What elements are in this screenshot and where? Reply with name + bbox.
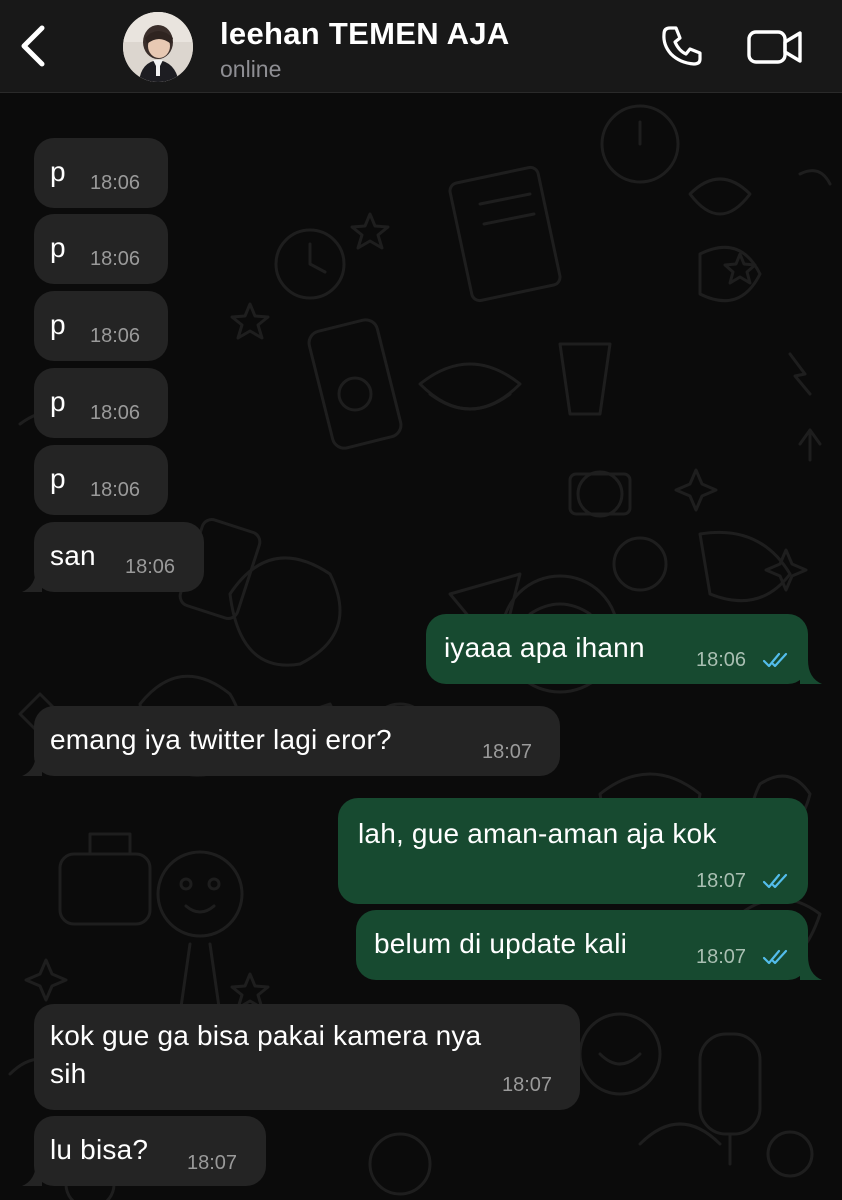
message-text: p: [50, 232, 66, 263]
message-incoming[interactable]: lu bisa? 18:07: [34, 1116, 266, 1186]
message-incoming[interactable]: kok gue ga bisa pakai kamera nya sih 18:…: [34, 1004, 580, 1110]
read-ticks-icon: [762, 652, 788, 668]
message-incoming[interactable]: p 18:06: [34, 214, 168, 284]
message-text: san: [50, 540, 96, 571]
contact-status: online: [220, 56, 282, 82]
message-time: 18:07: [502, 1074, 553, 1096]
read-ticks-icon: [762, 873, 788, 889]
message-text: p: [50, 156, 66, 187]
chat-header: leehan TEMEN AJA online: [0, 0, 842, 93]
message-text: iyaaa apa ihann: [444, 632, 645, 663]
back-button[interactable]: [14, 22, 54, 70]
voice-call-button[interactable]: [660, 24, 704, 68]
message-time: 18:06: [90, 325, 141, 347]
message-incoming[interactable]: san 18:06: [34, 522, 204, 592]
message-time: 18:07: [187, 1152, 238, 1174]
video-call-icon: [747, 30, 802, 64]
message-text-line-1: kok gue ga bisa pakai kamera nya: [50, 1020, 482, 1051]
message-outgoing[interactable]: belum di update kali 18:07: [356, 910, 808, 980]
bubble-tail: [22, 752, 42, 776]
message-text: lu bisa?: [50, 1134, 149, 1165]
message-time: 18:06: [90, 248, 141, 270]
message-time: 18:06: [125, 556, 176, 578]
message-text: lah, gue aman-aman aja kok: [358, 818, 717, 849]
message-time: 18:07: [696, 946, 747, 968]
call-icon: [662, 26, 702, 66]
bubble-tail: [22, 568, 42, 592]
chat-area[interactable]: p 18:06 p 18:06 p 18:06 p 18:06 p 18:06 …: [0, 94, 842, 1200]
message-text: p: [50, 386, 66, 417]
message-time: 18:06: [90, 479, 141, 501]
message-text-line-2: sih: [50, 1058, 87, 1089]
bubble-tail: [800, 956, 822, 980]
message-incoming[interactable]: p 18:06: [34, 368, 168, 438]
message-time: 18:06: [90, 172, 141, 194]
bubble-tail: [22, 1162, 42, 1186]
message-outgoing[interactable]: lah, gue aman-aman aja kok 18:07: [338, 798, 808, 904]
message-text: belum di update kali: [374, 928, 628, 959]
video-call-button[interactable]: [746, 26, 804, 68]
contact-avatar[interactable]: [123, 12, 193, 82]
message-time: 18:07: [696, 870, 747, 892]
message-text: emang iya twitter lagi eror?: [50, 724, 392, 755]
back-icon: [21, 25, 45, 67]
message-incoming[interactable]: emang iya twitter lagi eror? 18:07: [34, 706, 560, 776]
message-time: 18:07: [482, 741, 533, 763]
message-time: 18:06: [696, 649, 747, 671]
message-incoming[interactable]: p 18:06: [34, 291, 168, 361]
message-outgoing[interactable]: iyaaa apa ihann 18:06: [426, 614, 808, 684]
message-time: 18:06: [90, 402, 141, 424]
contact-name[interactable]: leehan TEMEN AJA: [220, 16, 510, 52]
message-text: p: [50, 309, 66, 340]
message-text: p: [50, 463, 66, 494]
message-incoming[interactable]: p 18:06: [34, 445, 168, 515]
read-ticks-icon: [762, 949, 788, 965]
message-incoming[interactable]: p 18:06: [34, 138, 168, 208]
bubble-tail: [800, 660, 822, 684]
